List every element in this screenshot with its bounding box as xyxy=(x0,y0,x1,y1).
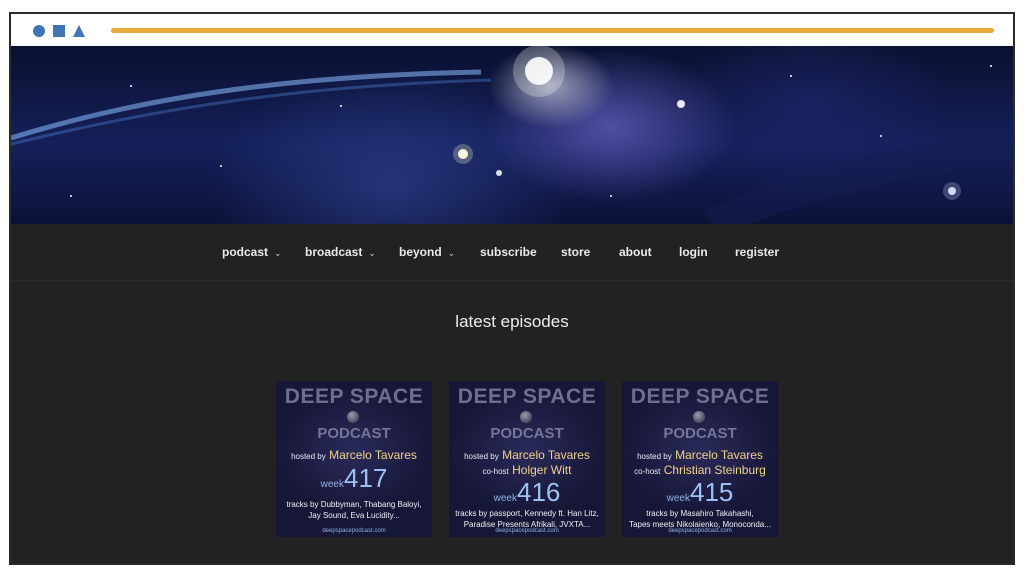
chevron-down-icon: ⌄ xyxy=(368,225,376,281)
nav-item-subscribe[interactable]: subscribe xyxy=(480,224,537,280)
nav-item-label: podcast xyxy=(222,245,268,259)
tracks-line: tracks by Masahiro Takahashi, xyxy=(626,508,774,519)
host-line: hosted by Marcelo Tavares xyxy=(622,448,778,462)
podcast-title-line1: DEEP SPACE xyxy=(449,385,605,409)
site-url: deepspacepodcast.com xyxy=(276,528,432,534)
microphone-icon xyxy=(693,411,705,423)
nav-item-label: about xyxy=(619,245,652,259)
host-line: hosted by Marcelo Tavares xyxy=(449,448,605,462)
main-navigation: podcast ⌄ broadcast ⌄ beyond ⌄ subscribe st… xyxy=(11,224,1013,281)
week-label: week xyxy=(321,479,344,490)
week-line: week416 xyxy=(449,477,605,508)
week-label: week xyxy=(667,493,690,504)
nav-item-login[interactable]: login xyxy=(679,224,708,280)
site-url: deepspacepodcast.com xyxy=(449,528,605,534)
triangle-icon xyxy=(73,25,85,37)
host-prefix: hosted by xyxy=(637,452,672,461)
cohost-name: Holger Witt xyxy=(512,463,571,477)
site-url: deepspacepodcast.com xyxy=(622,528,778,534)
nav-item-label: beyond xyxy=(399,245,442,259)
podcast-title-line2: PODCAST xyxy=(276,425,432,442)
nav-item-label: login xyxy=(679,245,708,259)
nav-item-label: subscribe xyxy=(480,245,537,259)
cohost-name: Christian Steinburg xyxy=(664,463,766,477)
cohost-prefix: co-host xyxy=(483,467,509,476)
microphone-icon xyxy=(520,411,532,423)
space-illustration xyxy=(11,46,1013,224)
episode-card-416[interactable]: DEEP SPACE PODCAST hosted by Marcelo Tav… xyxy=(449,381,605,537)
nav-item-about[interactable]: about xyxy=(619,224,652,280)
host-prefix: hosted by xyxy=(291,452,326,461)
window-chrome xyxy=(11,14,1013,48)
host-name: Marcelo Tavares xyxy=(329,448,417,462)
week-line: week415 xyxy=(622,477,778,508)
podcast-title-line2: PODCAST xyxy=(622,425,778,442)
host-name: Marcelo Tavares xyxy=(675,448,763,462)
cohost-line: co-host Christian Steinburg xyxy=(622,463,778,477)
track-list: tracks by passport, Kennedy ft. Han Litz… xyxy=(453,508,601,530)
cohost-line: co-host Holger Witt xyxy=(449,463,605,477)
circle-icon xyxy=(33,25,45,37)
week-number: 417 xyxy=(344,463,387,493)
tracks-line: tracks by Dubbyman, Thabang Baloyi, xyxy=(280,499,428,510)
tracks-line: Jay Sound, Eva Lucidity... xyxy=(280,510,428,521)
podcast-title-line2: PODCAST xyxy=(449,425,605,442)
week-number: 415 xyxy=(690,477,733,507)
cohost-prefix: co-host xyxy=(634,467,660,476)
header-banner-image xyxy=(11,46,1013,224)
chevron-down-icon: ⌄ xyxy=(274,225,282,281)
host-prefix: hosted by xyxy=(464,452,499,461)
nav-item-beyond[interactable]: beyond ⌄ xyxy=(399,224,455,280)
nav-item-register[interactable]: register xyxy=(735,224,779,280)
host-name: Marcelo Tavares xyxy=(502,448,590,462)
nav-item-label: store xyxy=(561,245,590,259)
track-list: tracks by Masahiro Takahashi, Tapes meet… xyxy=(626,508,774,530)
chevron-down-icon: ⌄ xyxy=(448,225,456,281)
address-bar[interactable] xyxy=(111,28,994,33)
microphone-icon xyxy=(347,411,359,423)
section-title: latest episodes xyxy=(11,312,1013,332)
week-line: week417 xyxy=(276,463,432,494)
square-icon xyxy=(53,25,65,37)
nav-item-podcast[interactable]: podcast ⌄ xyxy=(222,224,282,280)
nav-item-label: register xyxy=(735,245,779,259)
episode-card-415[interactable]: DEEP SPACE PODCAST hosted by Marcelo Tav… xyxy=(622,381,778,537)
track-list: tracks by Dubbyman, Thabang Baloyi, Jay … xyxy=(280,499,428,521)
week-number: 416 xyxy=(517,477,560,507)
episode-card-417[interactable]: DEEP SPACE PODCAST hosted by Marcelo Tav… xyxy=(276,381,432,537)
week-label: week xyxy=(494,493,517,504)
browser-window: podcast ⌄ broadcast ⌄ beyond ⌄ subscribe st… xyxy=(9,12,1015,565)
tracks-line: tracks by passport, Kennedy ft. Han Litz… xyxy=(453,508,601,519)
podcast-title-line1: DEEP SPACE xyxy=(276,385,432,409)
nav-item-label: broadcast xyxy=(305,245,362,259)
nav-item-broadcast[interactable]: broadcast ⌄ xyxy=(305,224,376,280)
podcast-title-line1: DEEP SPACE xyxy=(622,385,778,409)
host-line: hosted by Marcelo Tavares xyxy=(276,448,432,462)
nav-item-store[interactable]: store xyxy=(561,224,590,280)
